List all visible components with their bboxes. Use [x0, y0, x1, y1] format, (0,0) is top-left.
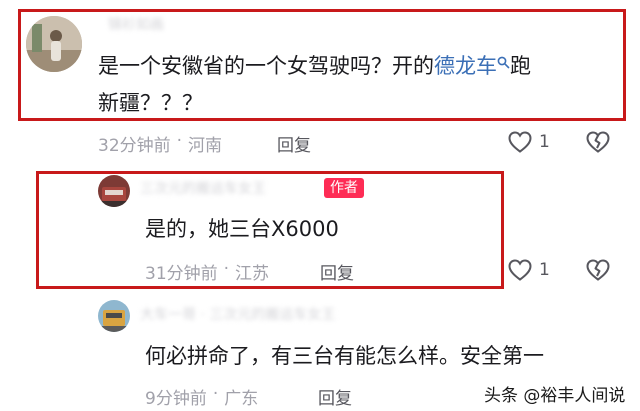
avatar-image [26, 16, 82, 72]
meta-separator: · [212, 384, 219, 404]
dislike-icon [586, 131, 610, 153]
author-avatar[interactable] [98, 175, 130, 207]
comment-location: 江苏 [235, 264, 270, 284]
avatar[interactable] [98, 300, 130, 332]
reply-button[interactable]: 回复 [277, 131, 311, 156]
reply-button[interactable]: 回复 [320, 259, 354, 284]
watermark: 头条 @裕丰人间说 [484, 386, 626, 406]
comment-meta: 9分钟前 · 广东 [145, 384, 258, 409]
comment-text-line2: 新疆？？？ [98, 91, 203, 115]
comment-text-prefix: 是一个安徽省的一个女驾驶吗？开的 [98, 54, 434, 78]
comment-meta: 31分钟前 · 江苏 [145, 259, 269, 284]
reply-button[interactable]: 回复 [318, 384, 352, 409]
comment-username[interactable]: 锦衫如画 [108, 14, 164, 34]
dislike-icon [586, 259, 610, 281]
avatar-image [98, 300, 130, 332]
comment-location: 广东 [224, 389, 259, 409]
like-count: 1 [539, 260, 550, 280]
heart-icon [508, 131, 532, 153]
like-button[interactable]: 1 [507, 130, 550, 154]
dislike-button[interactable] [585, 130, 611, 158]
dislike-button[interactable] [585, 258, 611, 286]
comment-meta: 32分钟前 · 河南 [98, 131, 222, 156]
comment-text: 是一个安徽省的一个女驾驶吗？开的德龙车跑 [98, 48, 531, 84]
comment-time: 31分钟前 [145, 264, 218, 284]
like-button[interactable]: 1 [507, 258, 550, 282]
search-link[interactable]: 德龙车 [434, 54, 497, 78]
avatar-image [98, 175, 130, 207]
author-badge: 作者 [324, 178, 364, 198]
heart-icon [508, 259, 532, 281]
meta-separator: · [223, 259, 230, 279]
comment-text: 何必拼命了，有三台有能怎么样。安全第一 [145, 344, 544, 368]
comment-time: 32分钟前 [98, 136, 171, 156]
comment-text: 是的，她三台X6000 [145, 217, 339, 241]
like-count: 1 [539, 132, 550, 152]
comment-time: 9分钟前 [145, 389, 207, 409]
search-icon[interactable] [497, 56, 510, 69]
avatar[interactable] [26, 16, 82, 72]
comment-username[interactable]: 大车一哥 · 三次元的搬运车女王 [140, 304, 335, 324]
comment-text-suffix: 跑 [510, 54, 531, 78]
comment-location: 河南 [188, 136, 223, 156]
meta-separator: · [176, 131, 183, 151]
comment-username[interactable]: 三次元的搬运车女王 [140, 178, 266, 198]
